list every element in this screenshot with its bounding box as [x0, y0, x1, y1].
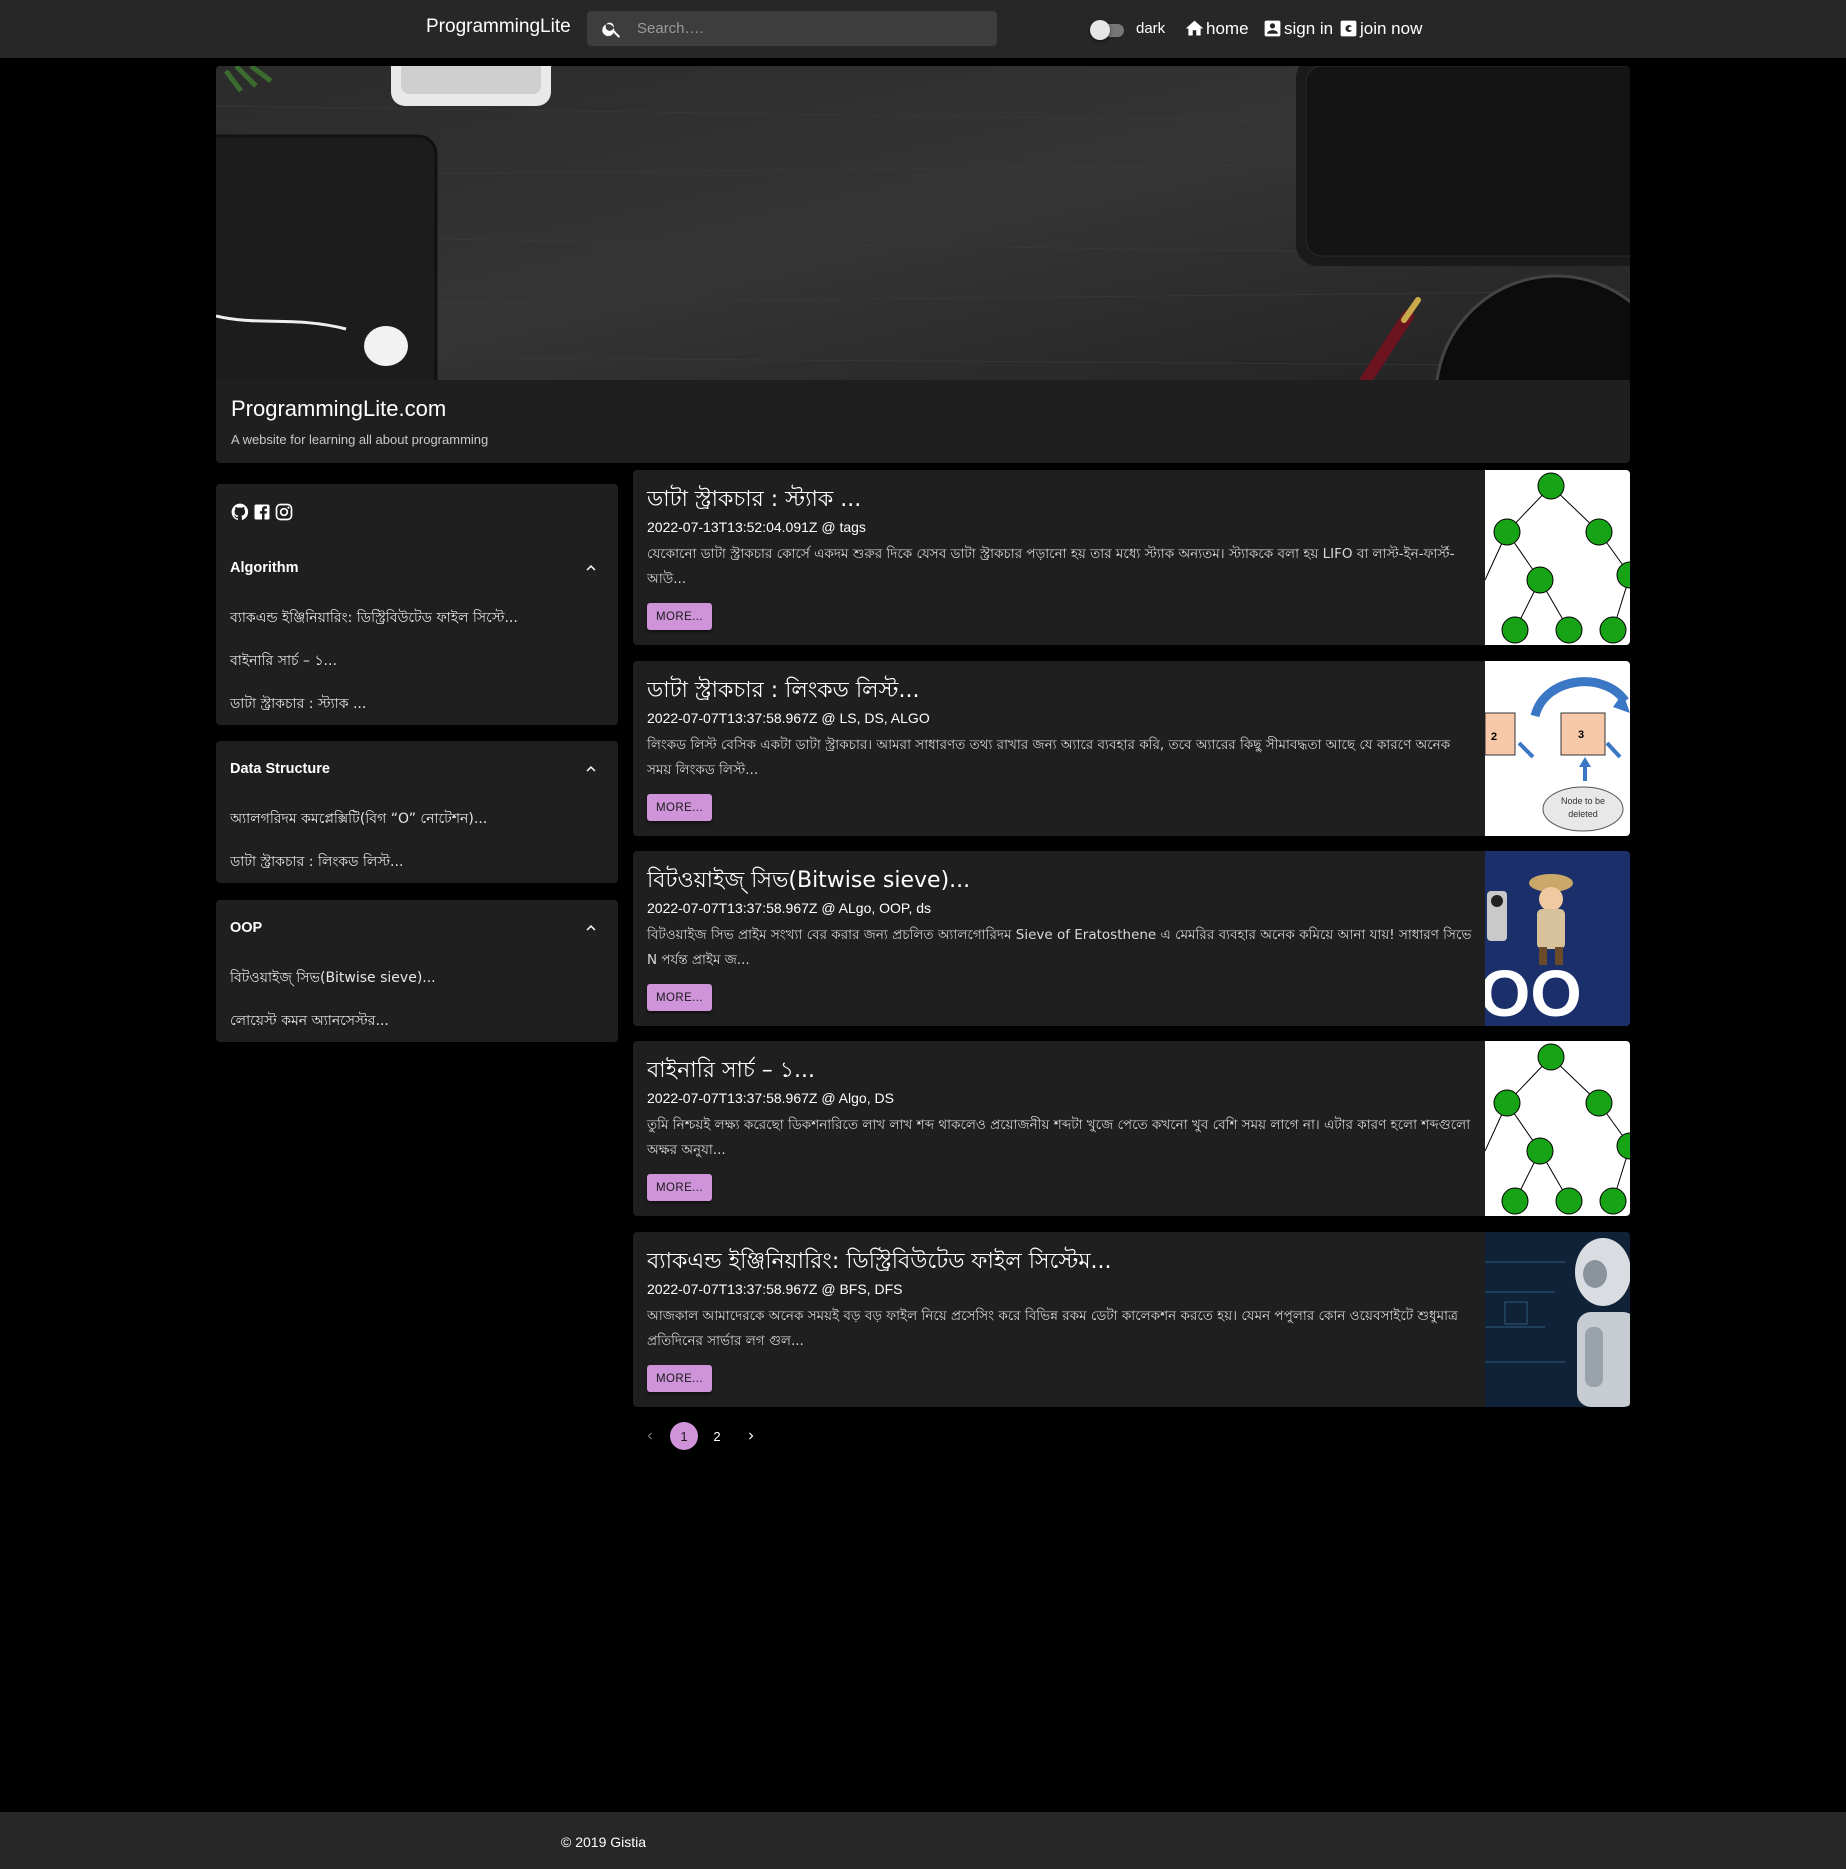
oop-thumbnail: OO [1485, 851, 1630, 1026]
top-app-bar: ProgrammingLite dark home sign in join n… [0, 0, 1846, 58]
accordion-data-structure: Data Structure অ্যালগরিদম কমপ্লেক্সিটি(ব… [216, 741, 618, 883]
post-title[interactable]: ডাটা স্ট্রাকচার : লিংকড লিস্ট... [647, 673, 920, 710]
binary-tree-thumbnail [1485, 470, 1630, 645]
post-card: ডাটা স্ট্রাকচার : স্ট্যাক ... 2022-07-13… [633, 470, 1630, 645]
accordion-title: OOP [230, 920, 263, 936]
post-excerpt: তুমি নিশ্চয়ই লক্ষ্য করেছো ডিকশনারিতে লা… [647, 1117, 1471, 1158]
post-card: ডাটা স্ট্রাকচার : লিংকড লিস্ট... 2022-07… [633, 661, 1630, 836]
post-meta: 2022-07-07T13:37:58.967Z @ ALgo, OOP, ds [647, 900, 932, 916]
more-button[interactable]: MORE... [647, 1365, 712, 1392]
node-label: 2 [1491, 731, 1497, 743]
search-input[interactable] [623, 20, 997, 37]
search-box[interactable] [587, 11, 997, 46]
page-1-button[interactable]: 1 [670, 1422, 698, 1450]
accordion-title: Algorithm [230, 560, 299, 576]
sign-in-label: sign in [1284, 18, 1334, 38]
post-excerpt: বিটওয়াইজ সিভ প্রাইম সংখ্যা বের করার জন্… [647, 927, 1472, 968]
more-button[interactable]: MORE... [647, 984, 712, 1011]
post-card: ব্যাকএন্ড ইঞ্জিনিয়ারিং: ডিস্ট্রিবিউটেড … [633, 1232, 1630, 1407]
post-meta: 2022-07-07T13:37:58.967Z @ LS, DS, ALGO [647, 710, 930, 726]
instagram-icon[interactable] [274, 502, 294, 522]
sidebar-link[interactable]: বিটওয়াইজ্ সিভ(Bitwise sieve)... [216, 956, 618, 999]
chevron-up-icon [586, 766, 596, 772]
account-box-icon [1264, 20, 1281, 37]
post-excerpt: আজকাল আমাদেরকে অনেক সময়ই বড় বড় ফাইল ন… [647, 1308, 1458, 1349]
page-2-button[interactable]: 2 [703, 1422, 731, 1450]
accordion-oop: OOP বিটওয়াইজ্ সিভ(Bitwise sieve)... লোয… [216, 900, 618, 1042]
home-label: home [1206, 18, 1249, 38]
site-title: ProgrammingLite.com [231, 396, 447, 421]
dark-mode-label: dark [1136, 20, 1166, 37]
robot-thumbnail [1485, 1232, 1630, 1407]
chevron-right-icon[interactable] [744, 1422, 758, 1450]
binary-tree-thumbnail [1485, 1041, 1630, 1216]
site-subtitle: A website for learning all about program… [231, 432, 489, 447]
toggle-thumb [1090, 20, 1110, 40]
note-label: deleted [1568, 809, 1598, 819]
more-button[interactable]: MORE... [647, 794, 712, 821]
sidebar-link[interactable]: ব্যাকএন্ড ইঞ্জিনিয়ারিং: ডিস্ট্রিবিউটেড … [216, 596, 618, 639]
post-meta: 2022-07-13T13:52:04.091Z @ tags [647, 519, 866, 535]
more-button[interactable]: MORE... [647, 603, 712, 630]
node-label: 3 [1578, 729, 1584, 741]
more-button[interactable]: MORE... [647, 1174, 712, 1201]
github-icon[interactable] [230, 502, 250, 522]
post-title[interactable]: ব্যাকএন্ড ইঞ্জিনিয়ারিং: ডিস্ট্রিবিউটেড … [647, 1244, 1112, 1281]
desk-banner-image [216, 66, 1630, 380]
oop-text: OO [1485, 956, 1582, 1026]
sidebar-link[interactable]: ডাটা স্ট্রাকচার : লিংকড লিস্ট... [216, 840, 618, 883]
sidebar-link[interactable]: ডাটা স্ট্রাকচার : স্ট্যাক ... [216, 682, 618, 725]
post-card: বাইনারি সার্চ – ১... 2022-07-07T13:37:58… [633, 1041, 1630, 1216]
chevron-up-icon [586, 925, 596, 931]
footer: © 2019 Gistia [0, 1812, 1846, 1869]
accordion-header-data-structure[interactable]: Data Structure [216, 741, 618, 797]
note-label: Node to be [1561, 796, 1605, 806]
home-link[interactable]: home [1184, 18, 1249, 39]
sign-in-link[interactable]: sign in [1262, 18, 1333, 39]
facebook-icon[interactable] [252, 502, 272, 522]
join-now-link[interactable]: join now [1338, 18, 1422, 39]
brand-logo-text[interactable]: ProgrammingLite [426, 16, 571, 38]
post-meta: 2022-07-07T13:37:58.967Z @ Algo, DS [647, 1090, 894, 1106]
social-links [216, 484, 618, 540]
search-icon [602, 22, 621, 38]
post-title[interactable]: বিটওয়াইজ্ সিভ(Bitwise sieve)... [647, 863, 970, 900]
post-meta: 2022-07-07T13:37:58.967Z @ BFS, DFS [647, 1281, 903, 1297]
post-title[interactable]: ডাটা স্ট্রাকচার : স্ট্যাক ... [647, 482, 861, 519]
copyright-box-icon [1340, 20, 1357, 37]
accordion-header-oop[interactable]: OOP [216, 900, 618, 956]
sidebar-link[interactable]: লোয়েস্ট কমন অ্যানসেস্টর... [216, 999, 618, 1042]
chevron-left-icon[interactable] [643, 1422, 657, 1450]
post-card: বিটওয়াইজ্ সিভ(Bitwise sieve)... 2022-07… [633, 851, 1630, 1026]
post-excerpt: লিংকড লিস্ট বেসিক একটা ডাটা স্ট্রাকচার। … [647, 737, 1451, 778]
dark-mode-toggle[interactable] [1090, 19, 1126, 40]
accordion-algorithm: Algorithm ব্যাকএন্ড ইঞ্জিনিয়ারিং: ডিস্ট… [216, 540, 618, 725]
accordion-header-algorithm[interactable]: Algorithm [216, 540, 618, 596]
hero-banner: ProgrammingLite.com A website for learni… [216, 66, 1630, 463]
accordion-title: Data Structure [230, 761, 330, 777]
sidebar-link[interactable]: বাইনারি সার্চ – ১... [216, 639, 618, 682]
home-icon [1185, 20, 1204, 36]
linked-list-thumbnail: 2 3 Node to be deleted [1485, 661, 1630, 836]
post-title[interactable]: বাইনারি সার্চ – ১... [647, 1053, 815, 1090]
chevron-up-icon [586, 565, 596, 571]
post-excerpt: যেকোনো ডাটা স্ট্রাকচার কোর্সে একদম শুরুর… [647, 546, 1455, 587]
copyright-text: © 2019 Gistia [561, 1834, 647, 1850]
join-now-label: join now [1360, 18, 1423, 38]
sidebar-link[interactable]: অ্যালগরিদম কমপ্লেক্সিটি(বিগ “O” নোটেশন).… [216, 797, 618, 840]
